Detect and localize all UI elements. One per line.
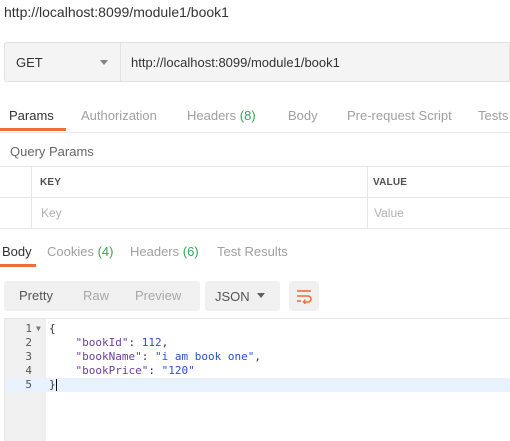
tab-label: Headers bbox=[130, 244, 180, 259]
json-sep: : bbox=[141, 350, 155, 363]
view-mode-group: Pretty Raw Preview bbox=[4, 281, 200, 311]
code-line-active: 5 } bbox=[5, 378, 510, 392]
format-label: JSON bbox=[215, 288, 250, 304]
tab-tests[interactable]: Tests bbox=[478, 108, 508, 123]
raw-button[interactable]: Raw bbox=[83, 288, 109, 303]
method-label: GET bbox=[16, 54, 43, 70]
line-number: 3 bbox=[25, 350, 32, 363]
code-text: "bookId": 112, bbox=[49, 336, 169, 350]
preview-button[interactable]: Preview bbox=[135, 288, 181, 303]
request-tabs: Params Authorization Headers (8) Body Pr… bbox=[0, 100, 510, 133]
table-row: Key Value bbox=[0, 198, 510, 229]
query-params-table: KEY VALUE Key Value bbox=[0, 166, 510, 229]
wrap-lines-button[interactable] bbox=[289, 281, 319, 311]
tab-cookies[interactable]: Cookies (4) bbox=[47, 244, 113, 259]
url-input[interactable]: http://localhost:8099/module1/book1 bbox=[120, 42, 510, 82]
column-divider bbox=[31, 167, 32, 229]
line-number: 1 bbox=[25, 322, 32, 335]
text-cursor bbox=[55, 379, 57, 391]
json-value: 112 bbox=[141, 336, 162, 349]
tab-params[interactable]: Params bbox=[9, 108, 54, 123]
tab-test-results[interactable]: Test Results bbox=[217, 244, 288, 259]
tab-count: (4) bbox=[97, 244, 114, 259]
response-tabs: Body Cookies (4) Headers (6) Test Result… bbox=[0, 236, 510, 268]
chevron-down-icon bbox=[100, 60, 108, 65]
json-tail: , bbox=[254, 350, 261, 363]
request-title: http://localhost:8099/module1/book1 bbox=[4, 4, 229, 20]
wrap-lines-icon bbox=[297, 290, 312, 304]
method-select[interactable]: GET bbox=[4, 42, 120, 82]
query-params-label: Query Params bbox=[10, 144, 94, 159]
code-text: "bookName": "i am book one", bbox=[49, 350, 261, 364]
column-divider bbox=[367, 167, 368, 229]
code-line: 1 ▼ { bbox=[5, 322, 510, 336]
tab-body[interactable]: Body bbox=[288, 108, 318, 123]
line-number: 4 bbox=[25, 364, 32, 377]
active-response-tab-indicator bbox=[0, 264, 36, 267]
json-value: "i am book one" bbox=[154, 350, 255, 363]
json-close: } bbox=[49, 378, 56, 391]
format-select[interactable]: JSON bbox=[205, 281, 280, 311]
json-value: "120" bbox=[161, 364, 195, 377]
tab-label: Headers bbox=[187, 108, 237, 123]
code-text: { bbox=[49, 322, 56, 335]
tab-pre-request-script[interactable]: Pre-request Script bbox=[347, 108, 452, 123]
active-tab-indicator bbox=[0, 128, 66, 131]
code-line: 3 "bookName": "i am book one", bbox=[5, 350, 510, 364]
tab-response-body[interactable]: Body bbox=[2, 244, 32, 259]
column-header-key: KEY bbox=[40, 177, 62, 188]
json-sep: : bbox=[148, 364, 162, 377]
tab-label: Cookies bbox=[47, 244, 94, 259]
json-key: "bookName" bbox=[75, 350, 142, 363]
key-input[interactable]: Key bbox=[41, 206, 62, 220]
code-text: "bookPrice": "120" bbox=[49, 364, 195, 378]
tab-label: Authorization bbox=[81, 108, 157, 123]
tab-label: Params bbox=[9, 108, 54, 123]
tab-label: Body bbox=[2, 244, 32, 259]
column-header-value: VALUE bbox=[373, 177, 408, 188]
url-bar: GET http://localhost:8099/module1/book1 bbox=[4, 42, 510, 82]
json-key: "bookPrice" bbox=[75, 364, 149, 377]
json-tail: , bbox=[161, 336, 169, 349]
line-number: 5 bbox=[25, 378, 32, 391]
code-line: 4 "bookPrice": "120" bbox=[5, 364, 510, 378]
json-key: "bookId" bbox=[75, 336, 129, 349]
code-text: } bbox=[49, 378, 57, 392]
pretty-button[interactable]: Pretty bbox=[19, 288, 53, 303]
fold-arrow-icon[interactable]: ▼ bbox=[36, 322, 41, 336]
value-input[interactable]: Value bbox=[374, 206, 404, 220]
tab-authorization[interactable]: Authorization bbox=[81, 108, 157, 123]
json-sep: : bbox=[128, 336, 142, 349]
table-header-row: KEY VALUE bbox=[0, 167, 510, 198]
tab-response-headers[interactable]: Headers (6) bbox=[130, 244, 199, 259]
tab-headers[interactable]: Headers (8) bbox=[187, 108, 256, 123]
code-line: 2 "bookId": 112, bbox=[5, 336, 510, 350]
tab-label: Tests bbox=[478, 108, 509, 123]
tab-label: Test Results bbox=[217, 244, 288, 259]
tab-label: Body bbox=[288, 108, 318, 123]
chevron-down-icon bbox=[257, 293, 265, 298]
tab-label: Pre-request Script bbox=[347, 108, 452, 123]
tab-count: (8) bbox=[239, 108, 256, 123]
line-number: 2 bbox=[25, 336, 32, 349]
tab-count: (6) bbox=[182, 244, 199, 259]
response-body-editor[interactable]: 1 ▼ { 2 "bookId": 112, 3 "bookName": "i … bbox=[4, 318, 510, 441]
